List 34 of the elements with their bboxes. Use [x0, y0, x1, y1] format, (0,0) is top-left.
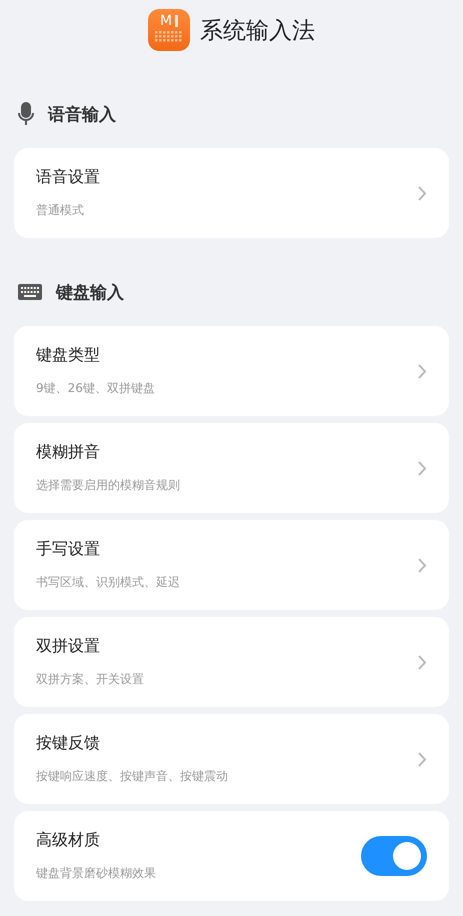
- section-title: 语音输入: [48, 104, 116, 126]
- settings-card[interactable]: 按键反馈 按键响应速度、按键声音、按键震动: [14, 714, 449, 804]
- setting-subtitle: 9键、26键、双拼键盘: [36, 380, 156, 397]
- settings-card[interactable]: 模糊拼音 选择需要启用的模糊音规则: [14, 423, 449, 513]
- chevron-right-icon: [418, 558, 427, 572]
- setting-title: 语音设置: [36, 167, 101, 188]
- settings-card[interactable]: 手写设置 书写区域、识别模式、延迟: [14, 520, 449, 610]
- chevron-right-icon: [418, 186, 427, 200]
- chevron-right-icon: [418, 364, 427, 378]
- section-title: 键盘输入: [56, 282, 124, 304]
- setting-subtitle: 选择需要启用的模糊音规则: [36, 477, 181, 494]
- setting-title: 双拼设置: [36, 636, 101, 657]
- setting-title: 模糊拼音: [36, 442, 101, 463]
- page-title: 系统输入法: [200, 16, 315, 46]
- setting-subtitle: 普通模式: [36, 202, 85, 219]
- toggle-switch[interactable]: [361, 836, 427, 876]
- chevron-right-icon: [418, 460, 427, 476]
- microphone-icon: [18, 102, 34, 126]
- setting-title: 手写设置: [36, 539, 101, 560]
- setting-subtitle: 双拼方案、开关设置: [36, 671, 145, 688]
- setting-title: 高级材质: [36, 830, 101, 851]
- keyboard-icon: [18, 284, 42, 300]
- setting-title: 按键反馈: [36, 733, 101, 754]
- chevron-right-icon: [418, 654, 427, 670]
- app-logo-icon: M: [148, 9, 190, 51]
- chevron-right-icon: [418, 752, 427, 766]
- setting-subtitle: 书写区域、识别模式、延迟: [36, 574, 181, 591]
- setting-subtitle: 键盘背景磨砂模糊效果: [36, 865, 157, 882]
- setting-subtitle: 按键响应速度、按键声音、按键震动: [36, 768, 229, 785]
- settings-card[interactable]: 语音设置 普通模式: [14, 148, 449, 238]
- settings-card[interactable]: 键盘类型 9键、26键、双拼键盘: [14, 326, 449, 416]
- setting-title: 键盘类型: [36, 345, 101, 366]
- settings-card[interactable]: 双拼设置 双拼方案、开关设置: [14, 617, 449, 707]
- settings-card[interactable]: 高级材质 键盘背景磨砂模糊效果: [14, 811, 449, 901]
